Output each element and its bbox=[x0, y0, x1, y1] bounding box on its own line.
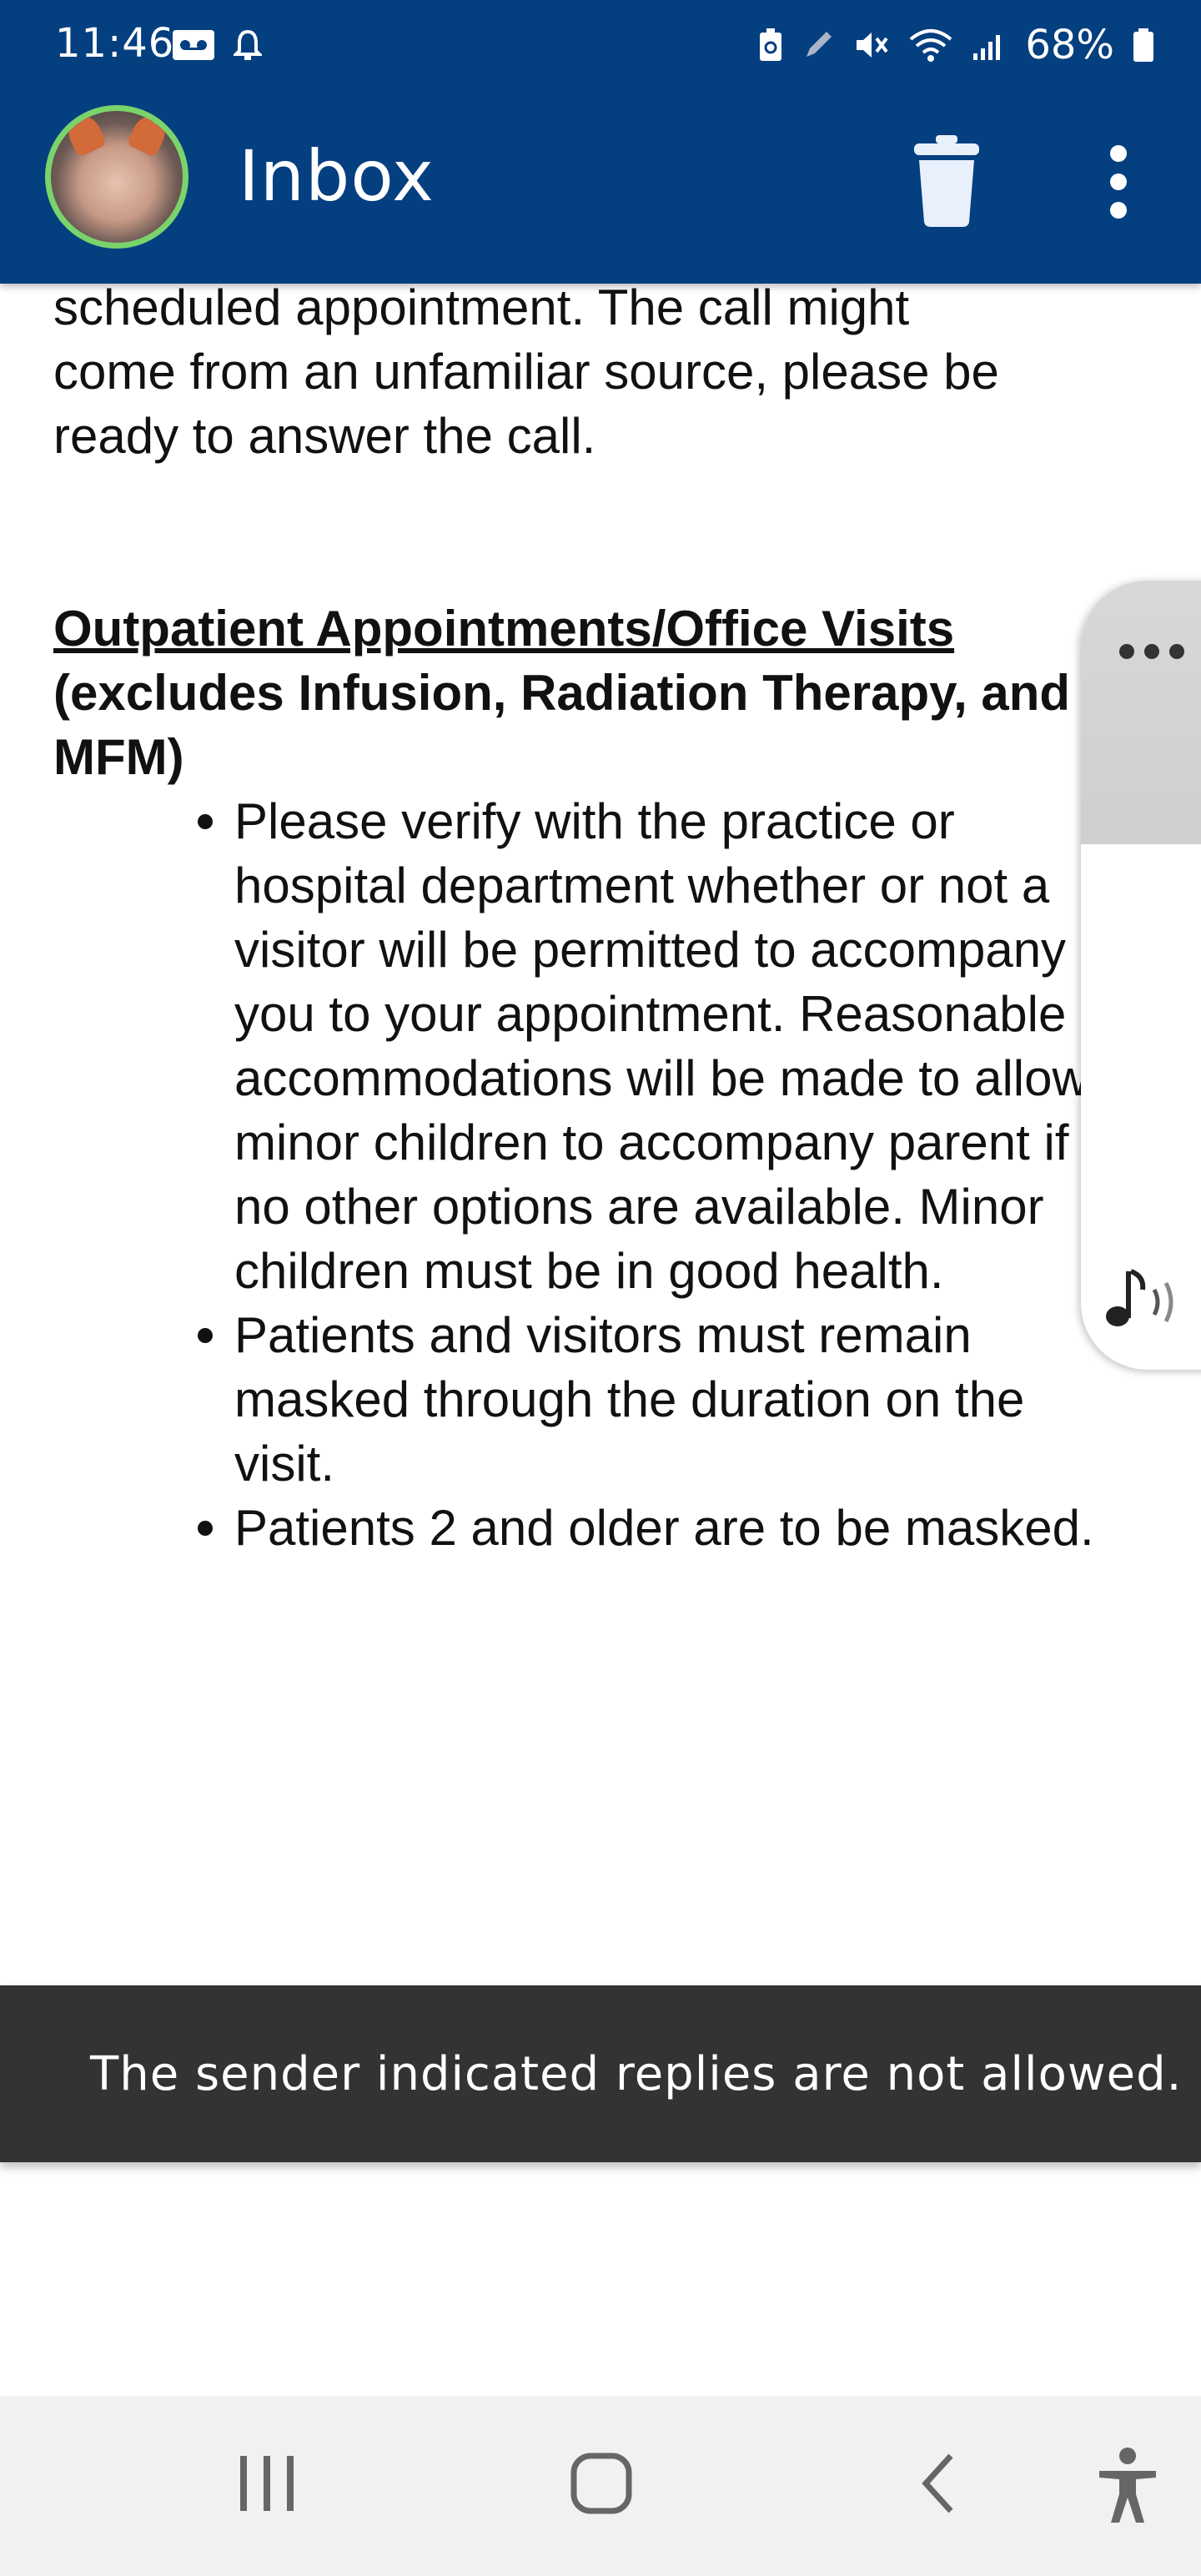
voicemail-icon bbox=[173, 30, 214, 60]
bell-icon bbox=[234, 29, 262, 60]
signal-icon bbox=[973, 35, 1001, 60]
message-body: scheduled appointment. The call might co… bbox=[53, 275, 1138, 1560]
intro-line: come from an unfamiliar source, please b… bbox=[53, 344, 999, 400]
wifi-icon bbox=[910, 29, 952, 62]
status-bar: 11:46 68% bbox=[0, 0, 1201, 92]
more-horiz-icon[interactable] bbox=[1114, 639, 1189, 664]
accessibility-icon[interactable] bbox=[1094, 2446, 1161, 2526]
section-heading: Outpatient Appointments/Office Visits bbox=[53, 601, 955, 657]
trash-icon[interactable] bbox=[911, 133, 982, 229]
battery-icon bbox=[1133, 28, 1153, 62]
list-item: Please verify with the practice or hospi… bbox=[198, 789, 1138, 1303]
pen-icon bbox=[807, 32, 832, 57]
more-vert-icon[interactable] bbox=[1099, 142, 1138, 222]
bullet-list: Please verify with the practice or hospi… bbox=[53, 789, 1138, 1560]
list-item: Patients and visitors must remain masked… bbox=[198, 1303, 1138, 1496]
snackbar-message: The sender indicated replies are not all… bbox=[90, 2047, 1183, 2101]
music-sound-icon[interactable] bbox=[1104, 1265, 1188, 1331]
status-time: 11:46 bbox=[55, 20, 175, 67]
recents-icon[interactable] bbox=[237, 2446, 297, 2521]
app-bar: Inbox bbox=[0, 92, 1201, 284]
side-panel-handle[interactable] bbox=[1081, 581, 1201, 844]
intro-line: ready to answer the call. bbox=[53, 408, 596, 464]
list-item: Patients 2 and older are to be masked. bbox=[198, 1496, 1138, 1560]
avatar[interactable] bbox=[45, 105, 188, 249]
snackbar: The sender indicated replies are not all… bbox=[0, 1985, 1201, 2162]
mute-icon bbox=[857, 33, 888, 58]
page-title: Inbox bbox=[239, 135, 435, 217]
battery-saver-icon bbox=[760, 28, 782, 61]
section-subheading: (excludes Infusion, Radiation Therapy, a… bbox=[53, 665, 1071, 785]
intro-line: scheduled appointment. The call might bbox=[53, 279, 910, 335]
navigation-bar bbox=[0, 2396, 1201, 2576]
home-icon[interactable] bbox=[569, 2446, 636, 2521]
battery-percent: 68% bbox=[1025, 22, 1114, 68]
back-icon[interactable] bbox=[914, 2446, 964, 2521]
floating-side-panel[interactable] bbox=[1081, 581, 1201, 1370]
